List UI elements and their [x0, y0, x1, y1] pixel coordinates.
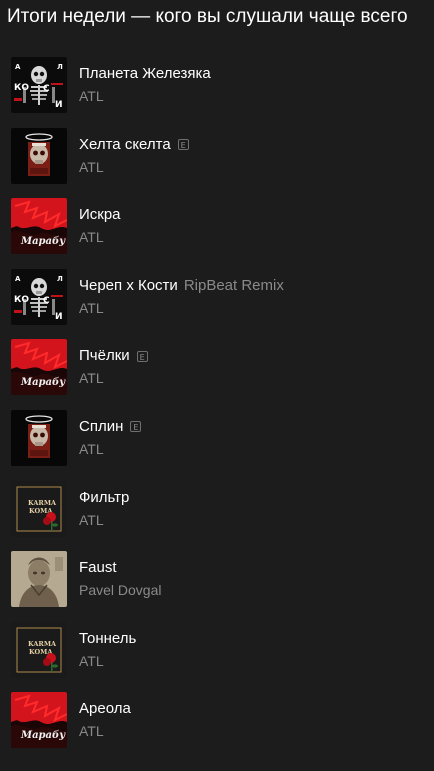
track-title[interactable]: Тоннель: [79, 629, 136, 649]
kosti-skeleton-cover[interactable]: А Л КО С И: [11, 268, 67, 325]
track-title[interactable]: Череп х Кости: [79, 276, 178, 296]
artist-name[interactable]: ATL: [79, 511, 104, 529]
page-title: Итоги недели — кого вы слушали чаще всег…: [7, 6, 408, 27]
track-title[interactable]: Хелта скелта: [79, 135, 171, 155]
track-list: А Л КО С И Планета Железяка ATL Хелта ск…: [0, 49, 434, 755]
track-title[interactable]: Ареола: [79, 699, 131, 719]
svg-text:Марабу: Марабу: [20, 236, 66, 247]
track-row-1[interactable]: А Л КО С И Планета Железяка ATL: [0, 49, 434, 120]
track-title[interactable]: Сплин: [79, 417, 123, 437]
artist-name[interactable]: ATL: [79, 299, 104, 317]
svg-text:А: А: [15, 275, 21, 283]
track-version: RipBeat Remix: [183, 276, 284, 294]
track-row-4[interactable]: А Л КО С И Череп х Кости RipBeat Remix A…: [0, 261, 434, 332]
karma-koma-cover[interactable]: KARMA KOMA: [11, 621, 67, 678]
track-row-5[interactable]: Марабу Пчёлки E ATL: [0, 331, 434, 402]
red-marabu-cover[interactable]: Марабу: [11, 692, 67, 749]
skull-halo-cover[interactable]: [11, 409, 67, 466]
kosti-skeleton-cover[interactable]: А Л КО С И: [11, 57, 67, 113]
explicit-badge-icon: E: [130, 421, 142, 433]
svg-text:KARMA: KARMA: [28, 499, 57, 507]
svg-text:И: И: [55, 100, 63, 110]
svg-text:С: С: [43, 84, 50, 94]
faust-portrait-cover[interactable]: [11, 551, 67, 608]
svg-text:КО: КО: [14, 83, 29, 93]
svg-text:Л: Л: [57, 275, 63, 283]
artist-name[interactable]: ATL: [79, 722, 104, 740]
track-row-6[interactable]: Сплин E ATL: [0, 402, 434, 473]
artist-name[interactable]: ATL: [79, 369, 104, 387]
svg-text:С: С: [43, 296, 50, 306]
artist-name[interactable]: ATL: [79, 158, 104, 176]
artist-name[interactable]: ATL: [79, 87, 104, 105]
svg-text:КО: КО: [14, 295, 29, 305]
track-title-line: Хелта скелта E: [79, 135, 189, 155]
track-title[interactable]: Планета Железяка: [79, 64, 211, 84]
track-row-3[interactable]: Марабу Искра ATL: [0, 190, 434, 261]
svg-text:И: И: [55, 312, 63, 322]
artist-name[interactable]: ATL: [79, 440, 104, 458]
track-title[interactable]: Искра: [79, 205, 121, 225]
track-title-line: Планета Железяка: [79, 64, 211, 84]
track-row-2[interactable]: Хелта скелта E ATL: [0, 120, 434, 191]
red-marabu-cover[interactable]: Марабу: [11, 339, 67, 396]
artist-name[interactable]: ATL: [79, 228, 104, 246]
track-title-line: Фильтр: [79, 488, 129, 508]
svg-text:Марабу: Марабу: [20, 730, 66, 741]
track-title-line: Череп х Кости RipBeat Remix: [79, 276, 284, 296]
track-row-7[interactable]: KARMA KOMA Фильтр ATL: [0, 473, 434, 544]
artist-name[interactable]: ATL: [79, 652, 104, 670]
red-marabu-cover[interactable]: Марабу: [11, 198, 67, 255]
svg-text:KARMA: KARMA: [28, 640, 57, 648]
track-row-9[interactable]: KARMA KOMA Тоннель ATL: [0, 614, 434, 685]
track-title-line: Искра: [79, 205, 121, 225]
track-row-8[interactable]: Faust Pavel Dovgal: [0, 543, 434, 614]
track-title-line: Пчёлки E: [79, 346, 148, 366]
track-title-line: Тоннель: [79, 629, 136, 649]
track-row-10[interactable]: Марабу Ареола ATL: [0, 684, 434, 755]
track-title-line: Faust: [79, 558, 117, 578]
track-title[interactable]: Faust: [79, 558, 117, 578]
svg-text:А: А: [15, 63, 21, 71]
track-title-line: Ареола: [79, 699, 131, 719]
artist-name[interactable]: Pavel Dovgal: [79, 581, 162, 599]
svg-text:Л: Л: [57, 63, 63, 71]
svg-text:Марабу: Марабу: [20, 377, 66, 388]
track-title-line: Сплин E: [79, 417, 142, 437]
explicit-badge-icon: E: [136, 350, 148, 362]
explicit-badge-icon: E: [177, 139, 189, 151]
skull-halo-cover[interactable]: [11, 127, 67, 184]
track-title[interactable]: Пчёлки: [79, 346, 130, 366]
track-title[interactable]: Фильтр: [79, 488, 129, 508]
karma-koma-cover[interactable]: KARMA KOMA: [11, 480, 67, 537]
